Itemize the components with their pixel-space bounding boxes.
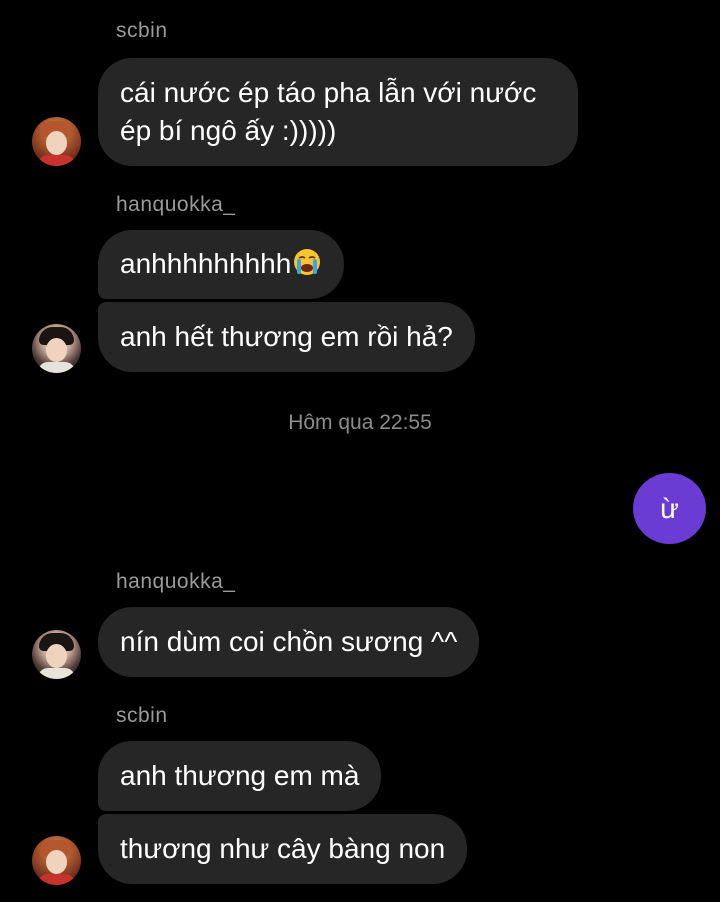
sender-name: scbin: [116, 19, 168, 42]
avatar-face: [46, 644, 67, 668]
avatar-face: [46, 850, 67, 874]
message-text: nín dùm coi chồn sương ^^: [120, 626, 458, 657]
avatar-face: [46, 131, 67, 155]
sender-name: scbin: [116, 704, 168, 727]
message-bubble[interactable]: anhhhhhhhhh: [98, 230, 345, 299]
avatar-shirt: [38, 362, 75, 373]
message-bubble[interactable]: anh thương em mà: [98, 741, 382, 811]
message-text: anh hết thương em rồi hả?: [120, 321, 453, 352]
avatar[interactable]: [32, 324, 81, 373]
avatar[interactable]: [32, 630, 81, 679]
loudly-crying-face-icon: [294, 249, 321, 275]
message-text: anhhhhhhhhh: [120, 248, 292, 279]
avatar-shirt: [38, 668, 75, 679]
message-bubble[interactable]: nín dùm coi chồn sương ^^: [98, 607, 480, 677]
avatar-face: [46, 338, 67, 362]
avatar[interactable]: [32, 117, 81, 166]
message-bubble[interactable]: anh hết thương em rồi hả?: [98, 302, 475, 372]
avatar-shirt: [38, 155, 75, 166]
avatar-shirt: [38, 874, 75, 885]
sender-name: hanquokka_: [116, 570, 236, 593]
message-text: cái nước ép táo pha lẫn với nước ép bí n…: [120, 77, 537, 146]
message-bubble[interactable]: cái nước ép táo pha lẫn với nước ép bí n…: [98, 58, 578, 166]
sent-message-bubble[interactable]: ừ: [633, 473, 706, 544]
message-bubble[interactable]: thương như cây bàng non: [98, 814, 468, 884]
message-text: anh thương em mà: [120, 760, 360, 791]
message-text: ừ: [660, 492, 679, 524]
avatar[interactable]: [32, 836, 81, 885]
message-text: thương như cây bàng non: [120, 833, 446, 864]
timestamp-divider: Hôm qua 22:55: [288, 411, 432, 434]
sender-name: hanquokka_: [116, 193, 236, 216]
